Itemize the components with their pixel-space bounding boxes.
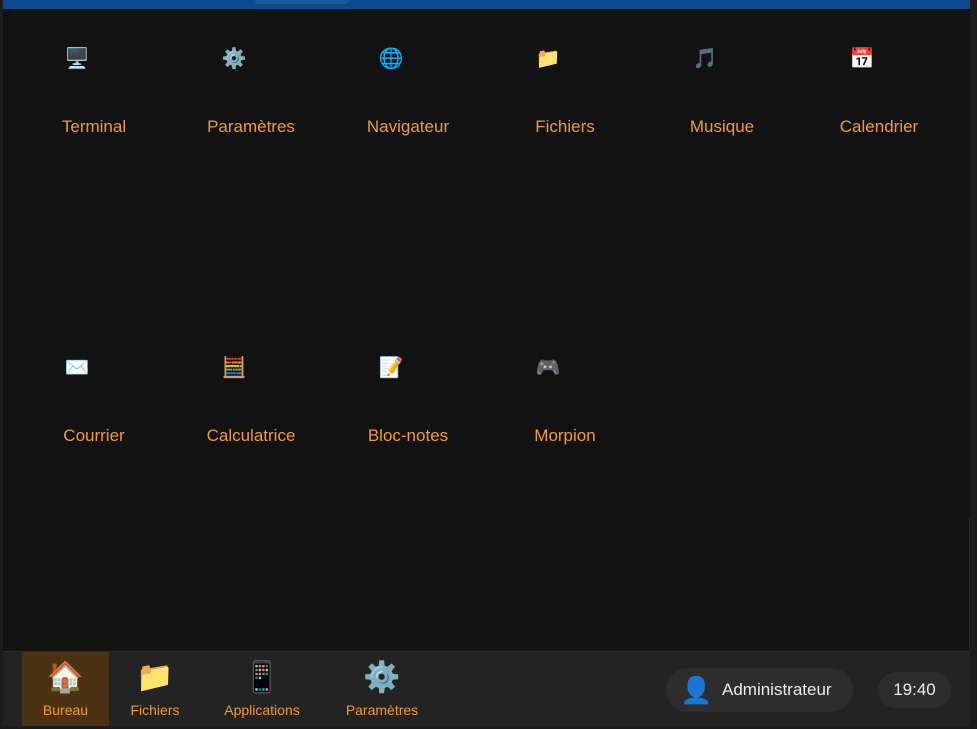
taskbar-item-label: Paramètres: [345, 702, 419, 718]
desktop-icon-parametres[interactable]: ⚙️ Paramètres: [181, 47, 321, 167]
gear-icon: ⚙️: [363, 661, 401, 694]
top-bar: [3, 0, 970, 9]
desktop-icon-label: Calculatrice: [206, 426, 296, 445]
desktop-icon-label: Fichiers: [535, 117, 595, 136]
memo-icon: 📝: [378, 357, 404, 379]
mobile-phone-icon: 📱: [243, 661, 281, 694]
desktop-icon-calendrier[interactable]: 📅 Calendrier: [809, 47, 949, 167]
taskbar-item-fichiers[interactable]: 📁 Fichiers: [115, 652, 195, 726]
clock[interactable]: 19:40: [878, 672, 951, 708]
house-icon: 🏠: [46, 661, 85, 694]
desktop-icon-musique[interactable]: 🎵 Musique: [652, 47, 792, 167]
terminal-icon: 🖥️: [64, 48, 90, 70]
globe-icon: 🌐: [378, 48, 404, 70]
taskbar-item-bureau[interactable]: 🏠 Bureau: [22, 652, 109, 726]
desktop-icon-label: Paramètres: [207, 117, 295, 136]
desktop-icon-terminal[interactable]: 🖥️ Terminal: [24, 47, 164, 167]
taskbar-item-label: Applications: [224, 702, 300, 718]
desktop-icon-fichiers[interactable]: 📁 Fichiers: [495, 47, 635, 167]
folder-icon: 📁: [535, 48, 561, 70]
envelope-icon: ✉️: [64, 357, 90, 379]
user-menu-button[interactable]: 👤 Administrateur: [666, 668, 853, 712]
gear-icon: ⚙️: [221, 48, 247, 70]
desktop-icon-courrier[interactable]: ✉️ Courrier: [24, 356, 164, 476]
taskbar-item-parametres[interactable]: ⚙️ Paramètres: [329, 652, 435, 726]
taskbar: 🏠 Bureau 📁 Fichiers 📱 Applications ⚙️ Pa…: [3, 651, 970, 726]
desktop-icon-label: Morpion: [534, 426, 596, 445]
calendar-icon: 📅: [849, 48, 875, 70]
desktop-icon-label: Calendrier: [839, 117, 919, 136]
desktop-icon-label: Musique: [689, 117, 755, 136]
desktop-icon-label: Terminal: [61, 117, 127, 136]
desktop-icon-label: Navigateur: [366, 117, 450, 136]
desktop-window: 🖥️ Terminal ⚙️ Paramètres 🌐 Navigateur 📁…: [3, 0, 970, 726]
desktop-icon-label: Courrier: [63, 426, 125, 445]
folder-icon: 📁: [136, 661, 174, 694]
taskbar-item-label: Bureau: [42, 702, 89, 718]
abacus-icon: 🧮: [221, 357, 247, 379]
gamepad-icon: 🎮: [535, 357, 561, 379]
taskbar-item-applications[interactable]: 📱 Applications: [211, 652, 313, 726]
user-name: Administrateur: [722, 680, 832, 699]
desktop-icon-bloc-notes[interactable]: 📝 Bloc-notes: [338, 356, 478, 476]
desktop-icon-navigateur[interactable]: 🌐 Navigateur: [338, 47, 478, 167]
taskbar-item-label: Fichiers: [130, 702, 180, 718]
top-bar-tab[interactable]: [255, 0, 349, 4]
desktop-icon-calculatrice[interactable]: 🧮 Calculatrice: [181, 356, 321, 476]
music-note-icon: 🎵: [692, 48, 718, 70]
desktop-icon-label: Bloc-notes: [367, 426, 449, 445]
desktop-icon-morpion[interactable]: 🎮 Morpion: [495, 356, 635, 476]
user-silhouette-icon: 👤: [680, 674, 713, 705]
